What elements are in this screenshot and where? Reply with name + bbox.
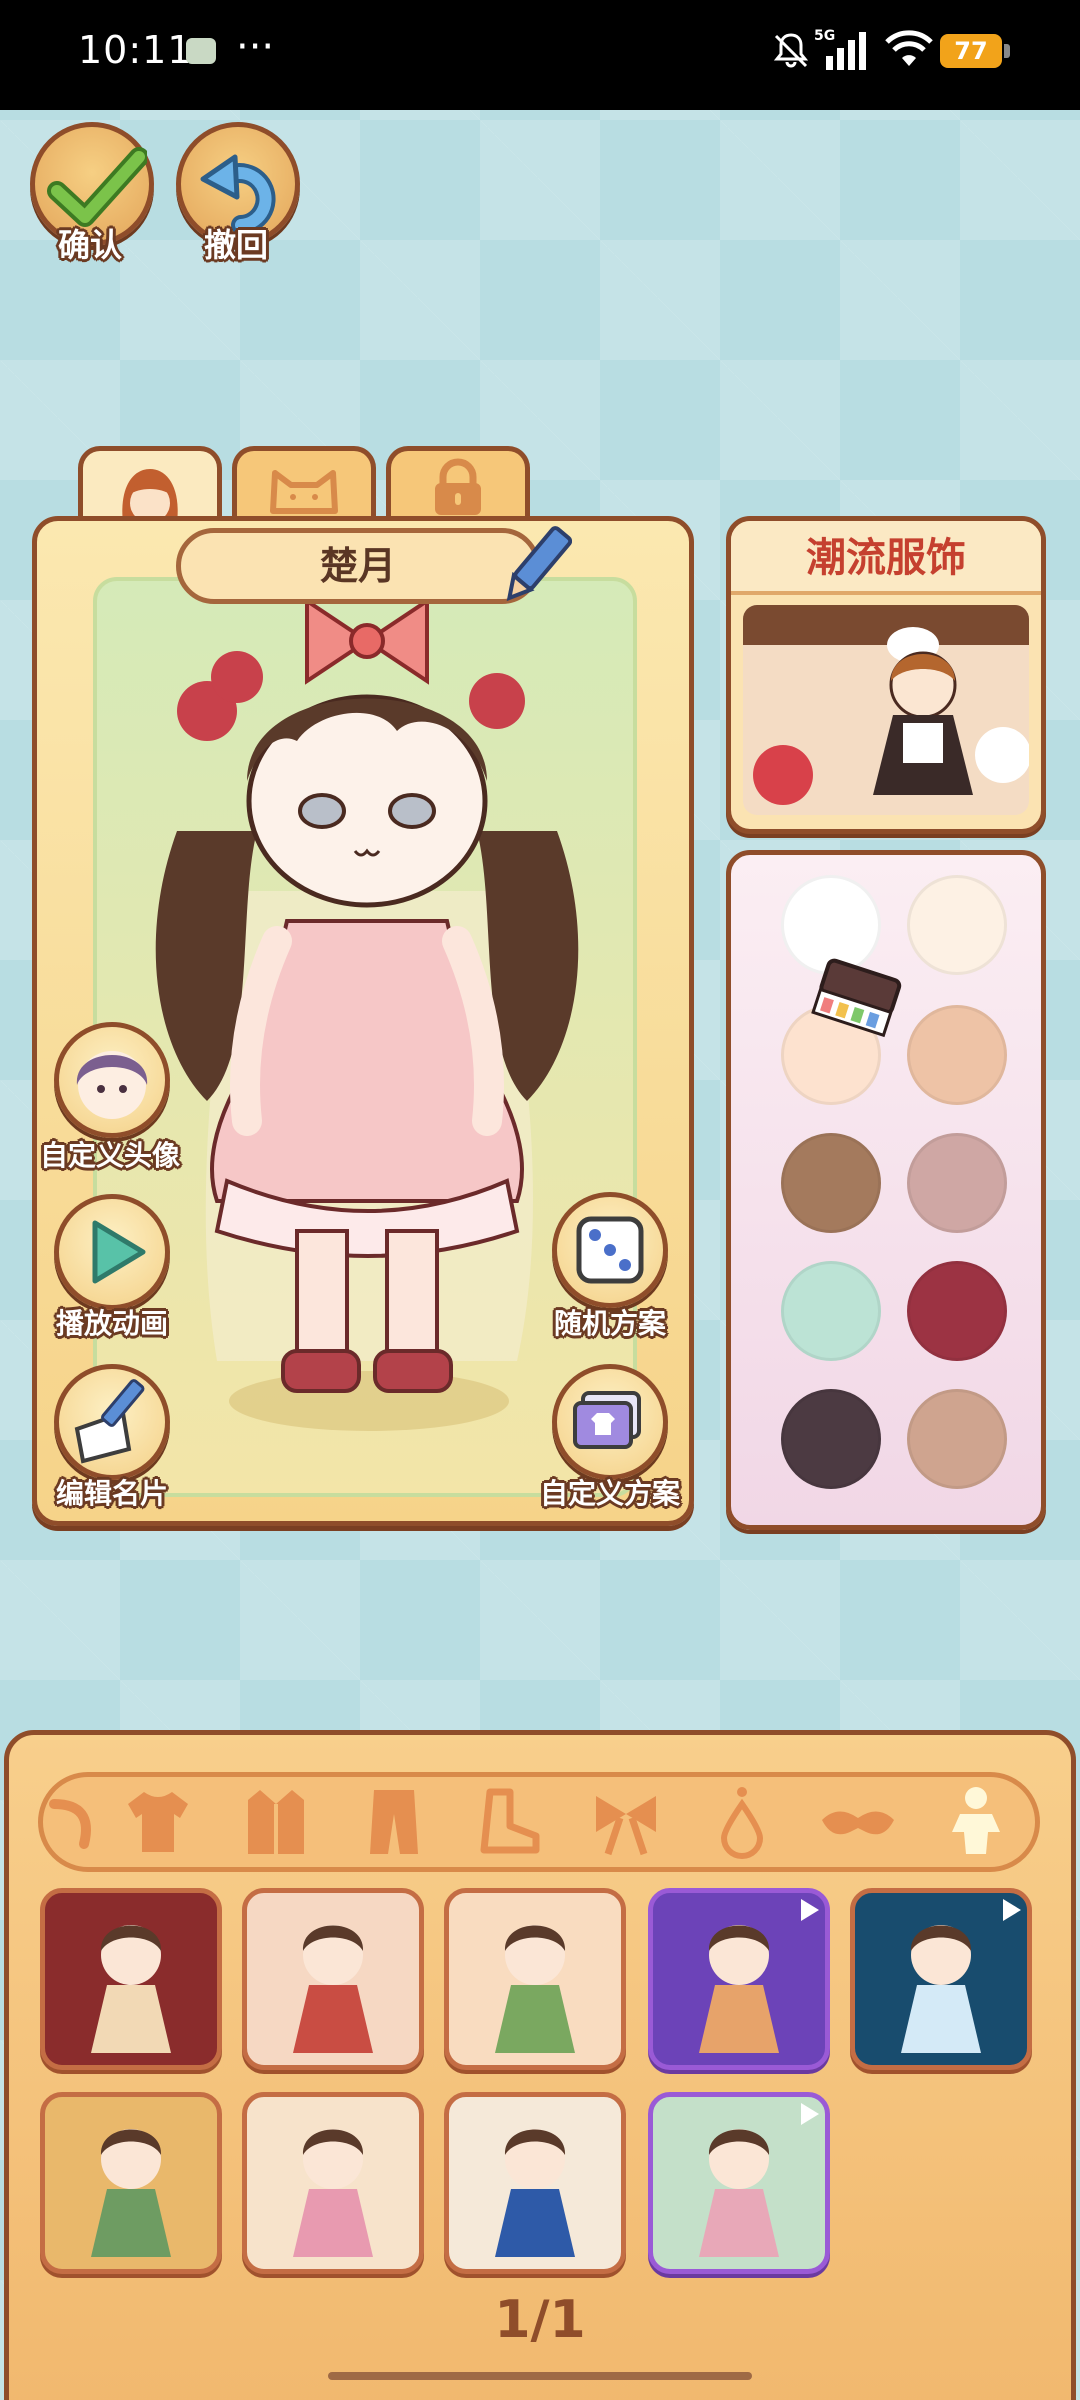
app-notification-icon [186,38,216,64]
shoe-icon[interactable] [470,1784,550,1860]
custom-scheme-button[interactable] [552,1364,668,1480]
character-name: 楚月 [319,544,396,588]
color-swatch-4[interactable] [907,1005,1007,1105]
wardrobe-item-1[interactable] [40,1888,222,2070]
random-scheme-button[interactable] [552,1192,668,1308]
custom-scheme-label: 自定义方案 [540,1477,681,1510]
character-stage [93,577,637,1497]
status-time: 10:11 [78,28,193,72]
video-badge-icon [1003,1899,1021,1921]
play-animation-label: 播放动画 [56,1307,169,1340]
color-swatch-7[interactable] [781,1261,881,1361]
edit-card-button[interactable] [54,1364,170,1480]
custom-avatar-label: 自定义头像 [40,1139,181,1172]
color-palette-panel [726,850,1046,1530]
play-icon [92,1220,146,1284]
fashion-theme-card[interactable]: 潮流服饰 [726,516,1046,834]
wardrobe-item-5[interactable] [850,1888,1032,2070]
edit-card-icon [74,1379,145,1464]
mute-icon [773,33,809,68]
edit-card-label: 编辑名片 [56,1477,169,1510]
wardrobe-item-3[interactable] [444,1888,626,2070]
fashion-theme-image [743,605,1029,815]
color-swatch-9[interactable] [781,1389,881,1489]
cat-icon [270,470,338,514]
color-swatch-5[interactable] [781,1133,881,1233]
character-figure[interactable] [97,581,633,1493]
random-scheme-label: 随机方案 [554,1307,667,1340]
status-bar: 10:11 ··· 5G 77 [0,0,1080,110]
more-notifications-icon: ··· [236,24,275,70]
paint-brush-icon [811,958,902,1038]
cards-icon [573,1391,641,1449]
undo-label: 撤回 [204,226,269,264]
page-indicator: 1/1 [494,2290,586,2350]
wardrobe-item-6[interactable] [40,2092,222,2274]
mask-icon[interactable] [818,1784,898,1860]
lock-icon [435,458,481,515]
tab-pet[interactable] [232,446,376,524]
confirm-label: 确认 [58,226,123,264]
tail-icon[interactable] [44,1784,124,1860]
shirt-icon[interactable] [118,1784,198,1860]
wardrobe-item-2[interactable] [242,1888,424,2070]
home-indicator[interactable] [328,2372,752,2380]
battery-indicator: 77 [940,34,1010,68]
fashion-theme-title: 潮流服饰 [731,521,1041,595]
wardrobe-item-8[interactable] [444,2092,626,2274]
wardrobe-item-9[interactable] [648,2092,830,2274]
color-swatch-10[interactable] [907,1389,1007,1489]
character-name-plate[interactable]: 楚月 [176,528,540,604]
color-swatch-8[interactable] [907,1261,1007,1361]
wardrobe-item-4[interactable] [648,1888,830,2070]
pose-icon[interactable] [936,1784,1016,1860]
avatar-icon [76,1051,148,1119]
pants-icon[interactable] [354,1784,434,1860]
edit-name-pencil-icon[interactable] [502,520,572,610]
custom-avatar-button[interactable] [54,1022,170,1138]
play-animation-button[interactable] [54,1194,170,1310]
video-badge-icon [801,1899,819,1921]
color-swatch-2[interactable] [907,875,1007,975]
dice-icon [576,1216,644,1284]
tab-locked[interactable] [386,446,530,524]
color-swatch-6[interactable] [907,1133,1007,1233]
video-badge-icon [801,2103,819,2125]
bow-icon[interactable] [586,1784,666,1860]
wifi-icon [885,30,933,66]
drop-icon[interactable] [702,1784,782,1860]
signal-icon [826,32,866,70]
wardrobe-item-7[interactable] [242,2092,424,2274]
coat-icon[interactable] [236,1784,316,1860]
